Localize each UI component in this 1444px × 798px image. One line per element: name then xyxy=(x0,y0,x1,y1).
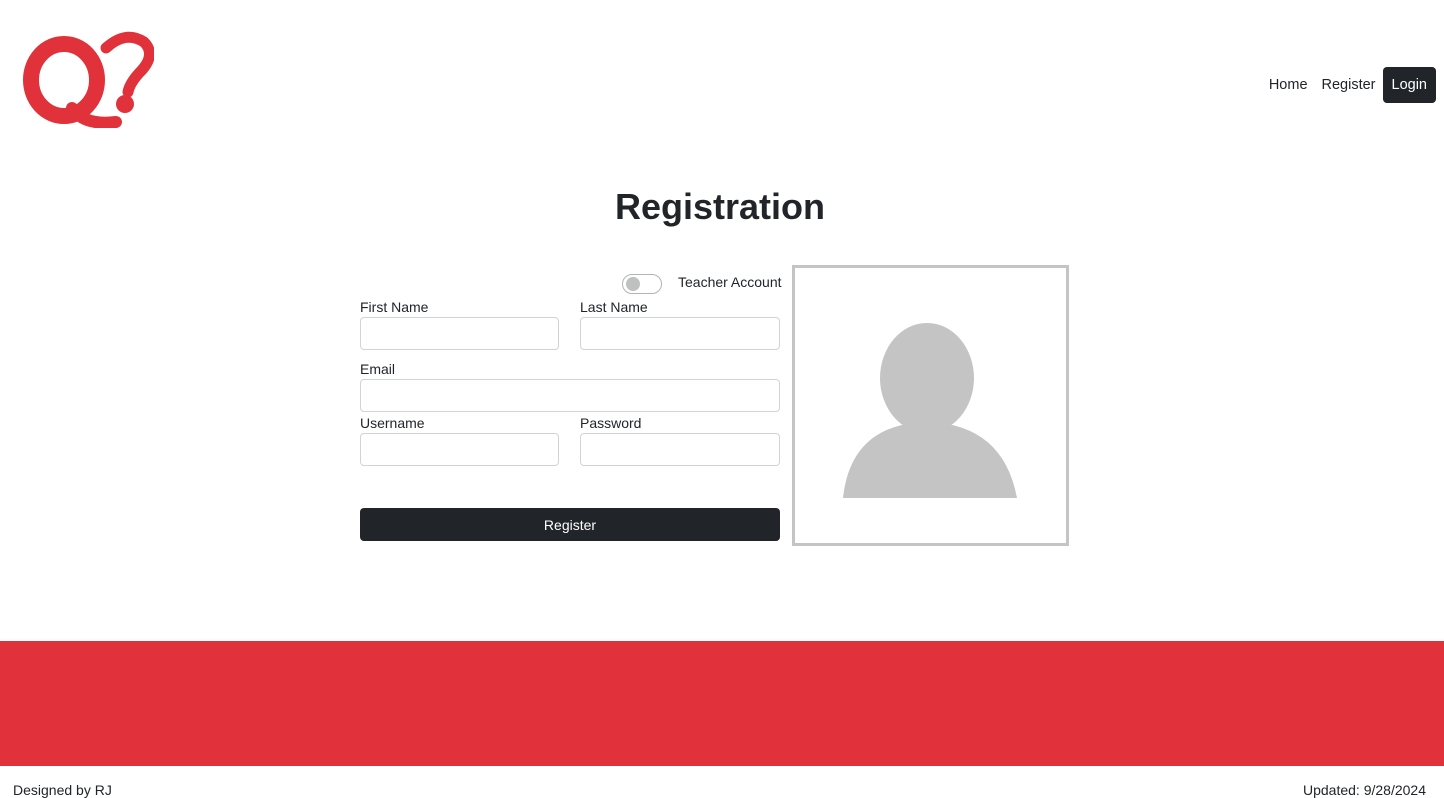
login-button[interactable]: Login xyxy=(1382,67,1436,103)
top-nav: Home Register Login xyxy=(1262,67,1436,103)
password-label: Password xyxy=(580,415,642,431)
user-placeholder-icon xyxy=(843,323,1017,498)
footer-band xyxy=(0,641,1444,766)
password-field[interactable] xyxy=(580,433,780,466)
nav-register-link[interactable]: Register xyxy=(1315,69,1383,101)
register-submit-button[interactable]: Register xyxy=(360,508,780,541)
email-label: Email xyxy=(360,361,396,377)
toggle-knob xyxy=(626,277,640,291)
username-field[interactable] xyxy=(360,433,559,466)
last-name-label: Last Name xyxy=(580,299,648,315)
teacher-account-toggle[interactable] xyxy=(622,274,662,294)
teacher-account-label: Teacher Account xyxy=(678,274,782,290)
page-title: Registration xyxy=(614,186,826,227)
username-label: Username xyxy=(360,415,425,431)
profile-picture-box[interactable] xyxy=(792,265,1069,546)
nav-home-link[interactable]: Home xyxy=(1262,69,1315,101)
logo-q-question-icon xyxy=(23,31,155,129)
first-name-label: First Name xyxy=(360,299,429,315)
email-field[interactable] xyxy=(360,379,780,412)
last-name-field[interactable] xyxy=(580,317,780,350)
first-name-field[interactable] xyxy=(360,317,559,350)
site-logo[interactable] xyxy=(22,30,155,129)
